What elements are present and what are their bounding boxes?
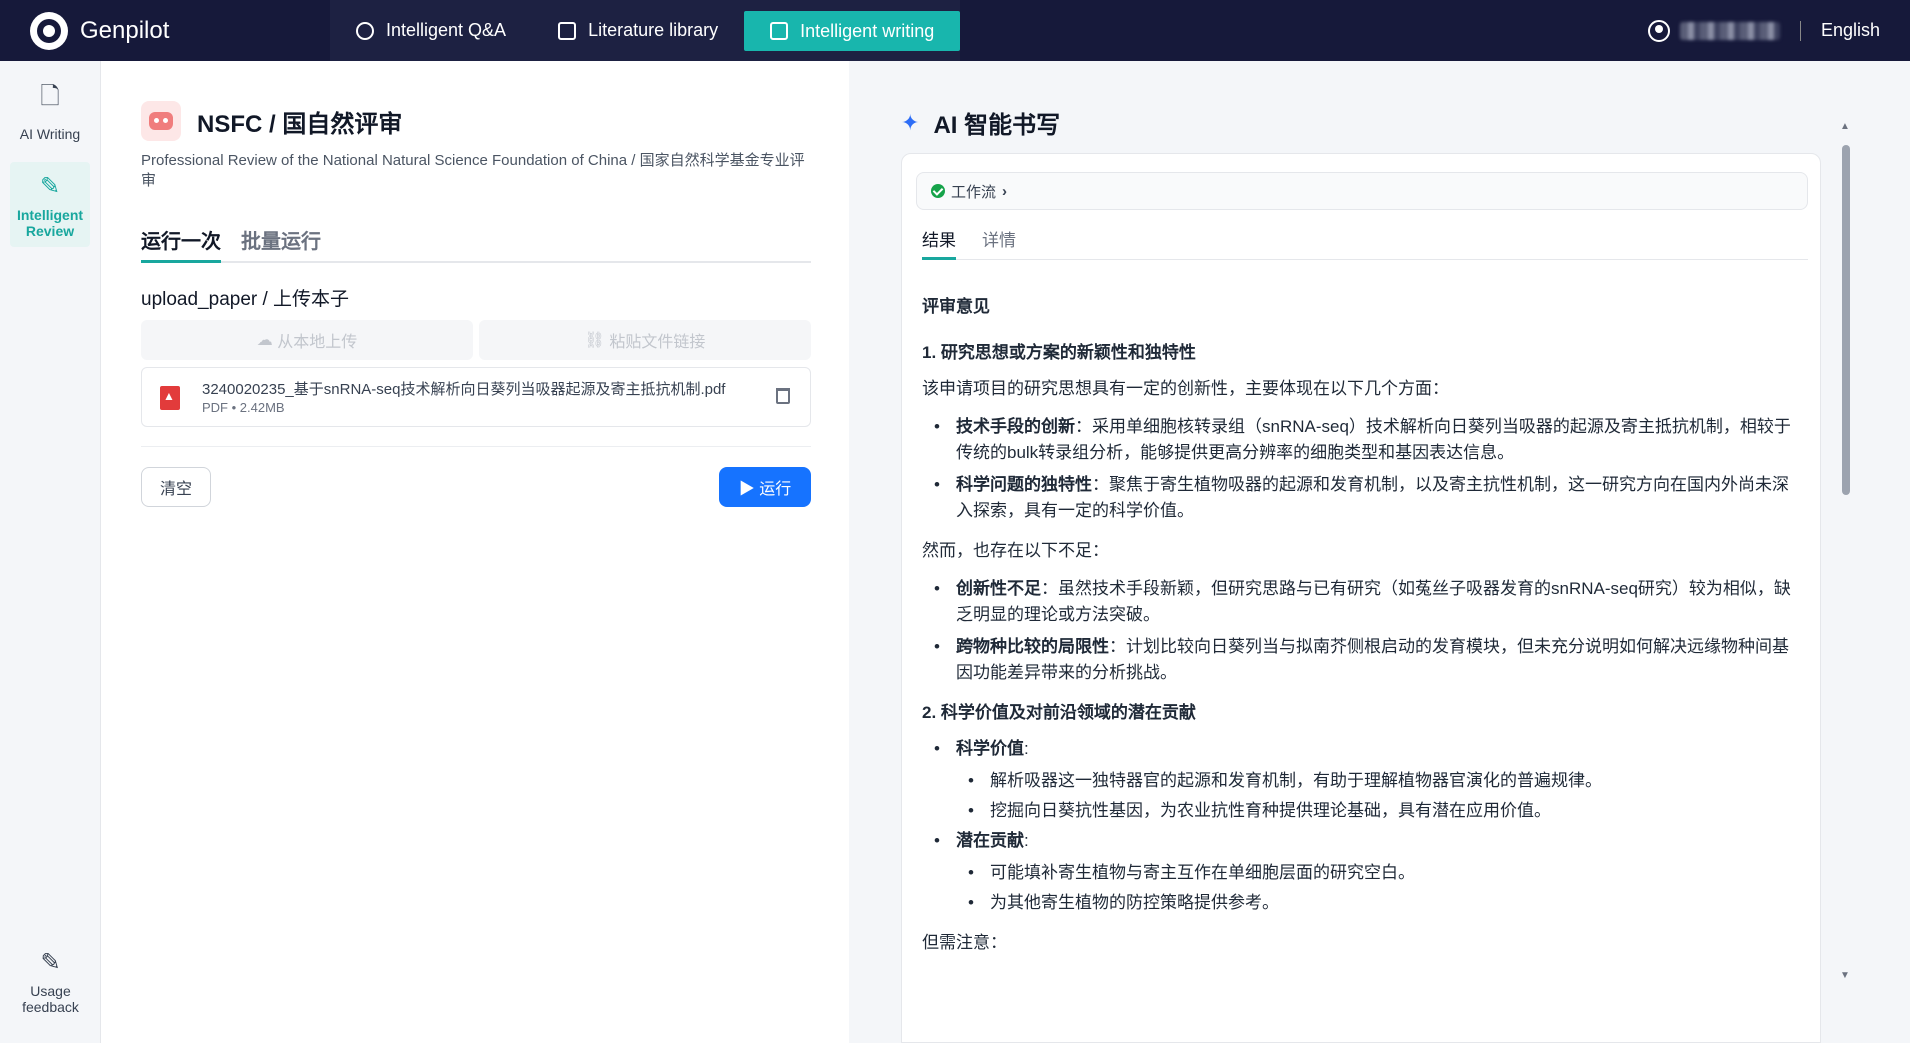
list-item: 科学问题的独特性：聚焦于寄生植物吸器的起源和发育机制，以及寄主抗性机制，这一研究… (922, 472, 1802, 524)
list-item-bold: 跨物种比较的局限性 (956, 637, 1109, 656)
upload-options: ☁ 从本地上传 ⛓ 粘贴文件链接 (141, 320, 811, 360)
result-tabs: 结果 详情 (922, 226, 1808, 260)
section-title: 1. 研究思想或方案的新颖性和独特性 (922, 343, 1196, 362)
sidebar-item-label: AI Writing (19, 126, 81, 142)
brand-name: Genpilot (80, 16, 170, 44)
divider (1799, 20, 1801, 41)
workflow-status[interactable]: 工作流 › (916, 172, 1808, 210)
scrollbar-thumb[interactable] (1842, 145, 1850, 495)
bullet-list: 科学价值: 解析吸器这一独特器官的起源和发育机制，有助于理解植物器官演化的普遍规… (922, 736, 1802, 916)
section-title: 2. 科学价值及对前沿领域的潜在贡献 (922, 703, 1196, 722)
list-item: 科学价值: (922, 736, 1802, 762)
language-switch[interactable]: English (1821, 20, 1880, 41)
list-item: 技术手段的创新：采用单细胞核转录组（snRNA-seq）技术解析向日葵列当吸器的… (922, 414, 1802, 466)
app-title: NSFC / 国自然评审 (197, 110, 403, 138)
sub-list-item: 挖掘向日葵抗性基因，为农业抗性育种提供理论基础，具有潜在应用价值。 (922, 798, 1802, 824)
genpilot-logo-icon (30, 11, 68, 50)
nav-tab-intelligent-writing[interactable]: Intelligent writing (744, 11, 961, 51)
tab-batch-run[interactable]: 批量运行 (241, 221, 321, 261)
nav-tab-intelligent-qa[interactable]: Intelligent Q&A (330, 0, 532, 61)
list-item: 跨物种比较的局限性：计划比较向日葵列当与拟南芥侧根启动的发育模块，但未充分说明如… (922, 634, 1802, 686)
bullet-list: 技术手段的创新：采用单细胞核转录组（snRNA-seq）技术解析向日葵列当吸器的… (922, 414, 1802, 524)
robot-avatar-icon (141, 101, 181, 141)
book-icon (558, 21, 577, 40)
review-heading: 评审意见 (922, 297, 990, 316)
link-icon: ⛓ (584, 332, 610, 349)
list-item-text: ：采用单细胞核转录组（snRNA-seq）技术解析向日葵列当吸器的起源及寄主抵抗… (956, 417, 1791, 462)
file-name: 3240020235_基于snRNA-seq技术解析向日葵列当吸器起源及寄主抵抗… (202, 381, 726, 398)
result-card: 工作流 › 结果 详情 评审意见 1. 研究思想或方案的新颖性和独特性 该申请项… (901, 153, 1821, 1043)
sparkle-icon: ✦ (901, 109, 920, 135)
list-item-bold: 创新性不足 (956, 579, 1041, 598)
file-meta: PDF • 2.42MB (202, 400, 285, 415)
trash-icon[interactable] (776, 388, 790, 404)
sidebar-rail: 🗋 AI Writing ✎ Intelligent Review ✎ Usag… (0, 61, 101, 1043)
workflow-label: 工作流 (951, 183, 997, 201)
uploaded-file-card: 3240020235_基于snRNA-seq技术解析向日葵列当吸器起源及寄主抵抗… (141, 367, 811, 427)
sidebar-item-label: Usage feedback (22, 983, 79, 1015)
top-nav-bar: Genpilot Intelligent Q&A Literature libr… (0, 0, 1910, 61)
divider (141, 446, 811, 447)
paste-link-button[interactable]: ⛓ 粘贴文件链接 (479, 320, 811, 360)
paragraph: 但需注意： (922, 933, 1007, 952)
result-title: ✦ AI 智能书写 (901, 105, 1060, 140)
nav-tab-label: Intelligent Q&A (386, 20, 507, 40)
run-button[interactable]: ▶ 运行 (719, 467, 811, 507)
list-item: 创新性不足：虽然技术手段新颖，但研究思路与已有研究（如菟丝子吸器发育的snRNA… (922, 576, 1802, 628)
list-item-bold: 技术手段的创新 (956, 417, 1075, 436)
check-circle-icon (931, 184, 945, 198)
upload-field-label: upload_paper / 上传本子 (141, 289, 350, 310)
review-pen-icon: ✎ (39, 173, 61, 200)
upload-local-button[interactable]: ☁ 从本地上传 (141, 320, 473, 360)
tab-result[interactable]: 结果 (922, 226, 956, 260)
brand[interactable]: Genpilot (0, 0, 330, 61)
nav-tab-label: Intelligent writing (800, 20, 935, 41)
nav-tab-label: Literature library (588, 20, 719, 40)
sidebar-item-intelligent-review[interactable]: ✎ Intelligent Review (10, 162, 90, 247)
gear-icon (356, 21, 374, 40)
list-item-text: ：虽然技术手段新颖，但研究思路与已有研究（如菟丝子吸器发育的snRNA-seq研… (956, 579, 1791, 624)
sidebar-item-ai-writing[interactable]: 🗋 AI Writing (10, 61, 90, 152)
app-description: Professional Review of the National Natu… (141, 152, 805, 189)
sidebar-item-usage-feedback[interactable]: ✎ Usage feedback (0, 930, 101, 1025)
sidebar-item-label: Intelligent Review (16, 207, 84, 239)
list-item-bold: 潜在贡献 (956, 831, 1024, 850)
bullet-list: 创新性不足：虽然技术手段新颖，但研究思路与已有研究（如菟丝子吸器发育的snRNA… (922, 576, 1802, 686)
paragraph: 该申请项目的研究思想具有一定的创新性，主要体现在以下几个方面： (922, 379, 1449, 398)
scrollbar[interactable]: ▲ ▼ (1840, 121, 1852, 981)
chevron-right-icon: › (1002, 182, 1008, 200)
sub-list-item: 为其他寄生植物的防控策略提供参考。 (922, 890, 1802, 916)
result-panel: ✦ AI 智能书写 工作流 › 结果 详情 评审意见 1. 研究思想或方案的新颖… (849, 61, 1910, 1043)
run-button-label: 运行 (759, 481, 792, 498)
paste-link-label: 粘贴文件链接 (609, 334, 706, 351)
run-mode-tabs: 运行一次 批量运行 (141, 221, 811, 263)
list-item-bold: 科学问题的独特性 (956, 475, 1092, 494)
pdf-icon (160, 386, 180, 410)
list-item: 潜在贡献: (922, 828, 1802, 854)
upload-local-label: 从本地上传 (277, 334, 358, 351)
app-run-panel: NSFC / 国自然评审 Professional Review of the … (101, 61, 849, 1043)
cloud-upload-icon: ☁ (256, 332, 278, 349)
pencil-icon: ✎ (40, 949, 61, 976)
scroll-up-arrow-icon[interactable]: ▲ (1840, 121, 1850, 132)
user-icon[interactable] (1647, 19, 1670, 42)
nav-tab-literature-library[interactable]: Literature library (532, 0, 744, 61)
main-nav-tabs: Intelligent Q&A Literature library Intel… (330, 0, 961, 61)
tab-run-once[interactable]: 运行一次 (141, 221, 221, 263)
app-header: NSFC / 国自然评审 (141, 101, 402, 141)
document-edit-icon: 🗋 (40, 83, 60, 110)
sub-list-item: 可能填补寄生植物与寄主互作在单细胞层面的研究空白。 (922, 860, 1802, 886)
clear-button[interactable]: 清空 (141, 467, 211, 507)
review-content: 评审意见 1. 研究思想或方案的新颖性和独特性 该申请项目的研究思想具有一定的创… (922, 294, 1802, 968)
list-item-bold: 科学价值 (956, 739, 1024, 758)
user-area: English (1647, 19, 1910, 42)
sub-list-item: 解析吸器这一独特器官的起源和发育机制，有助于理解植物器官演化的普遍规律。 (922, 768, 1802, 794)
paragraph: 然而，也存在以下不足： (922, 541, 1109, 560)
scroll-down-arrow-icon[interactable]: ▼ (1840, 970, 1850, 981)
username-redacted[interactable] (1679, 21, 1780, 40)
pen-square-icon (770, 22, 789, 40)
result-title-text: AI 智能书写 (933, 112, 1061, 139)
play-icon: ▶ (738, 481, 760, 498)
tab-details[interactable]: 详情 (982, 226, 1016, 259)
